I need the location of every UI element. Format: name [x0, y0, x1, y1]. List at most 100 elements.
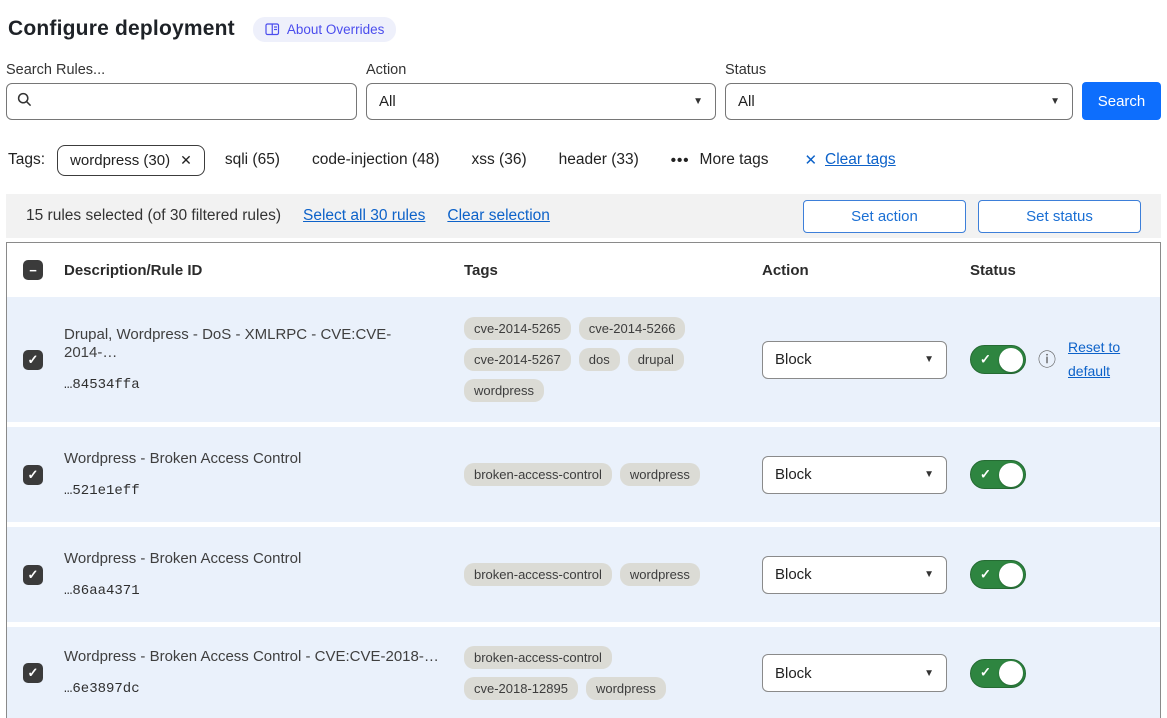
indeterminate-icon: − — [29, 263, 37, 278]
column-header-tags: Tags — [456, 262, 754, 279]
info-icon[interactable]: ⓘ — [1038, 351, 1056, 369]
rule-status-toggle[interactable]: ✓ — [970, 460, 1026, 489]
column-header-status: Status — [962, 262, 1160, 279]
rule-action-select[interactable]: Block ▼ — [762, 556, 947, 594]
row-checkbox[interactable]: ✓ — [23, 465, 43, 485]
status-filter-label: Status — [725, 62, 1073, 78]
close-icon: ✕ — [804, 151, 817, 169]
row-checkbox[interactable]: ✓ — [23, 350, 43, 370]
reset-to-default-link[interactable]: Reset to default — [1068, 336, 1130, 382]
rule-tag: cve-2014-5266 — [579, 317, 686, 340]
remove-tag-icon[interactable]: ✕ — [180, 153, 192, 167]
chevron-down-icon: ▼ — [1050, 96, 1060, 107]
rule-id: …86aa4371 — [64, 583, 301, 600]
table-row: ✓ Wordpress - Broken Access Control …86a… — [7, 527, 1160, 622]
selection-bar: 15 rules selected (of 30 filtered rules)… — [6, 194, 1161, 238]
check-icon: ✓ — [28, 567, 39, 583]
rules-table: − Description/Rule ID Tags Action Status… — [6, 242, 1161, 718]
tag-sqli[interactable]: sqli (65) — [225, 151, 280, 169]
book-icon — [265, 23, 280, 36]
rule-tag: cve-2014-5267 — [464, 348, 571, 371]
search-icon — [17, 92, 32, 112]
rule-tag: broken-access-control — [464, 463, 612, 486]
more-tags-label: More tags — [700, 151, 769, 169]
tag-list: sqli (65) code-injection (48) xss (36) h… — [225, 151, 639, 169]
search-button[interactable]: Search — [1082, 82, 1161, 120]
check-icon: ✓ — [980, 466, 991, 482]
action-filter-label: Action — [366, 62, 716, 78]
rule-action-value: Block — [775, 665, 812, 682]
search-rules-label: Search Rules... — [6, 62, 357, 78]
rule-status-toggle[interactable]: ✓ — [970, 560, 1026, 589]
selection-summary: 15 rules selected (of 30 filtered rules) — [26, 207, 281, 225]
action-filter-value: All — [379, 93, 396, 110]
status-filter-select[interactable]: All ▼ — [725, 83, 1073, 120]
clear-tags-button[interactable]: ✕ Clear tags — [804, 151, 895, 169]
rule-tag: wordpress — [464, 379, 544, 402]
rule-status-toggle[interactable]: ✓ — [970, 659, 1026, 688]
ellipsis-icon: ••• — [671, 152, 690, 169]
rule-tag: wordpress — [620, 563, 700, 586]
selected-tag-wordpress[interactable]: wordpress (30) ✕ — [57, 145, 205, 176]
table-row: ✓ Wordpress - Broken Access Control - CV… — [7, 627, 1160, 718]
chevron-down-icon: ▼ — [924, 569, 934, 580]
table-row: ✓ Drupal, Wordpress - DoS - XMLRPC - CVE… — [7, 297, 1160, 422]
rule-id: …521e1eff — [64, 483, 301, 500]
check-icon: ✓ — [28, 467, 39, 483]
tag-xss[interactable]: xss (36) — [472, 151, 527, 169]
rule-action-select[interactable]: Block ▼ — [762, 456, 947, 494]
rule-description: Wordpress - Broken Access Control - CVE:… — [64, 648, 439, 666]
rule-tag: broken-access-control — [464, 563, 612, 586]
rule-description: Wordpress - Broken Access Control — [64, 450, 301, 468]
column-header-action: Action — [754, 262, 962, 279]
search-rules-input[interactable] — [40, 93, 346, 110]
rule-action-value: Block — [775, 351, 812, 368]
rule-tag: wordpress — [586, 677, 666, 700]
check-icon: ✓ — [980, 665, 991, 681]
rule-tag: dos — [579, 348, 620, 371]
page-header: Configure deployment About Overrides — [8, 12, 1161, 46]
tag-code-injection[interactable]: code-injection (48) — [312, 151, 440, 169]
check-icon: ✓ — [980, 351, 991, 367]
rule-action-select[interactable]: Block ▼ — [762, 654, 947, 692]
rule-id: …84534ffa — [64, 377, 440, 394]
about-overrides-label: About Overrides — [287, 22, 385, 37]
row-checkbox[interactable]: ✓ — [23, 565, 43, 585]
clear-selection-link[interactable]: Clear selection — [447, 207, 550, 225]
tags-label: Tags: — [8, 151, 45, 169]
select-all-checkbox[interactable]: − — [23, 260, 43, 280]
rule-tag: drupal — [628, 348, 684, 371]
filters-bar: Search Rules... Action All ▼ Status — [6, 62, 1161, 120]
rule-action-value: Block — [775, 466, 812, 483]
more-tags-button[interactable]: ••• More tags — [671, 151, 769, 169]
chevron-down-icon: ▼ — [924, 354, 934, 365]
row-checkbox[interactable]: ✓ — [23, 663, 43, 683]
page-title: Configure deployment — [8, 17, 235, 41]
selected-tag-label: wordpress (30) — [70, 152, 170, 169]
toggle-knob — [999, 661, 1023, 685]
set-status-button[interactable]: Set status — [978, 200, 1141, 233]
clear-tags-label[interactable]: Clear tags — [825, 151, 896, 169]
table-row: ✓ Wordpress - Broken Access Control …521… — [7, 427, 1160, 522]
rule-action-select[interactable]: Block ▼ — [762, 341, 947, 379]
rule-description: Wordpress - Broken Access Control — [64, 550, 301, 568]
chevron-down-icon: ▼ — [924, 469, 934, 480]
tags-bar: Tags: wordpress (30) ✕ sqli (65) code-in… — [6, 142, 1161, 178]
check-icon: ✓ — [28, 352, 39, 368]
tag-header[interactable]: header (33) — [559, 151, 639, 169]
chevron-down-icon: ▼ — [693, 96, 703, 107]
about-overrides-badge[interactable]: About Overrides — [253, 17, 397, 42]
rule-action-value: Block — [775, 566, 812, 583]
toggle-knob — [999, 463, 1023, 487]
rule-tag: wordpress — [620, 463, 700, 486]
select-all-link[interactable]: Select all 30 rules — [303, 207, 425, 225]
search-rules-box — [6, 83, 357, 120]
configure-deployment-page: Configure deployment About Overrides Sea… — [0, 0, 1167, 718]
status-filter-value: All — [738, 93, 755, 110]
check-icon: ✓ — [28, 665, 39, 681]
set-action-button[interactable]: Set action — [803, 200, 966, 233]
rule-id: …6e3897dc — [64, 681, 439, 698]
action-filter-select[interactable]: All ▼ — [366, 83, 716, 120]
rule-status-toggle[interactable]: ✓ — [970, 345, 1026, 374]
rule-tag: cve-2018-12895 — [464, 677, 578, 700]
